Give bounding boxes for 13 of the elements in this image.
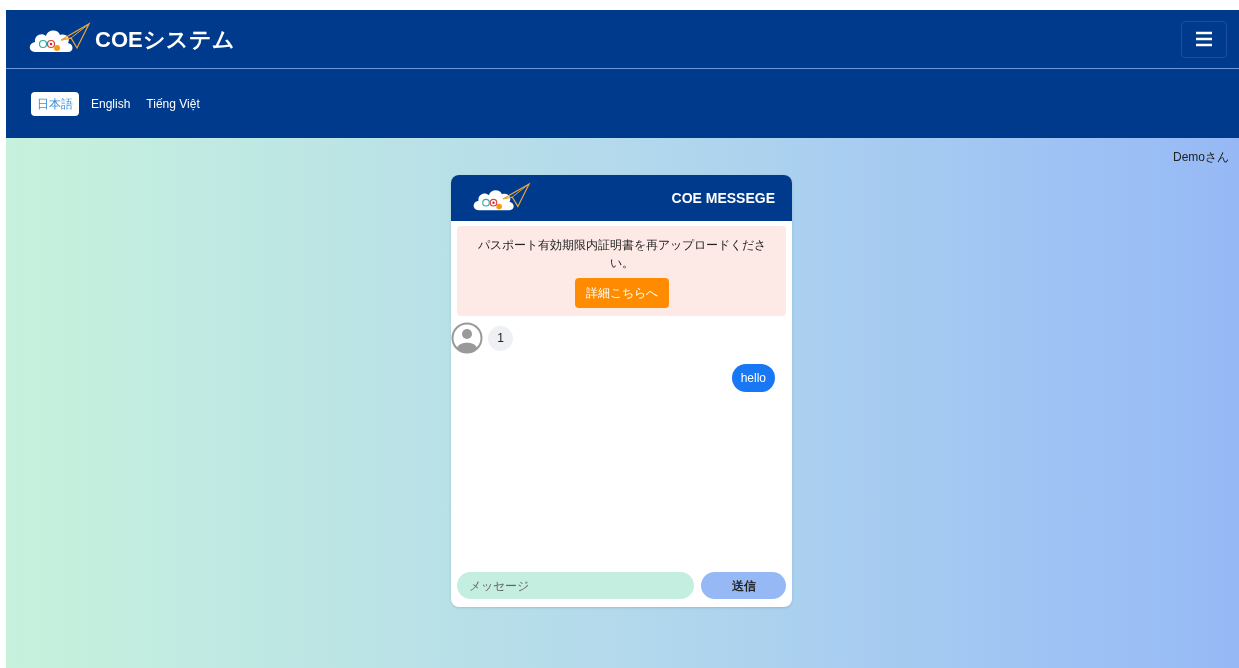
send-button[interactable]: 送信 — [701, 572, 786, 599]
user-greeting: Demoさん — [1173, 149, 1229, 166]
menu-icon — [1195, 31, 1213, 47]
language-tab[interactable]: English — [87, 91, 135, 116]
message-input[interactable]: メッセージ — [457, 572, 694, 599]
received-message: 1 — [488, 325, 513, 351]
sent-message: hello — [731, 364, 775, 392]
language-tab[interactable]: Tiếng Việt — [142, 91, 204, 116]
chat-title: COE MESSEGE — [671, 188, 775, 208]
menu-button[interactable] — [1181, 20, 1227, 58]
language-tab[interactable]: 日本語 — [31, 91, 79, 116]
app-title: COEシステム — [95, 25, 235, 54]
alert-message: パスポート有効期限内証明書を再アップロードください。 — [476, 237, 767, 272]
